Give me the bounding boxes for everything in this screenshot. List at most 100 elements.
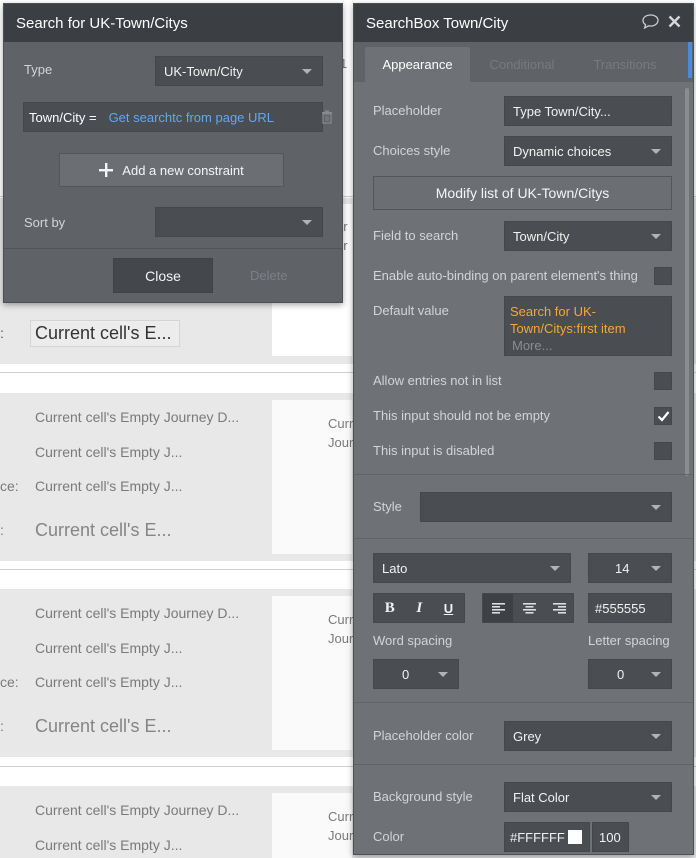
row-field: Current cell's Empty Journey D... <box>35 605 240 621</box>
choices-style-label: Choices style <box>373 143 451 158</box>
placeholder-color-dropdown[interactable]: Grey <box>504 721 672 751</box>
trash-icon[interactable] <box>321 110 333 127</box>
type-label: Type <box>24 62 53 77</box>
field-to-search-label: Field to search <box>373 228 459 243</box>
row-field: Current cell's Empty Journey D... <box>35 409 240 425</box>
row-field: Jour <box>328 631 354 646</box>
tab-transitions[interactable]: Transitions <box>575 47 675 82</box>
letter-spacing-dropdown[interactable]: 0 <box>588 659 672 689</box>
align-left-icon[interactable] <box>483 594 513 622</box>
add-constraint-button[interactable]: Add a new constraint <box>59 153 284 187</box>
row-field: Jour <box>328 435 354 450</box>
default-value-expression[interactable]: Search for UK- Town/Citys:first item Mor… <box>504 296 672 356</box>
font-family-value: Lato <box>382 560 408 576</box>
scrollbar-accent <box>688 42 692 78</box>
row-label: : <box>0 325 4 341</box>
panel-divider <box>4 248 342 249</box>
row-card <box>272 793 352 858</box>
font-family-dropdown[interactable]: Lato <box>373 553 571 583</box>
type-value: UK-Town/City <box>164 63 243 79</box>
tab-appearance[interactable]: Appearance <box>365 47 470 82</box>
row-field: Current cell's Empty J... <box>35 640 183 656</box>
chevron-down-icon <box>302 220 312 225</box>
disabled-label: This input is disabled <box>373 443 495 458</box>
constraint-key: Town/City = <box>29 109 97 125</box>
close-button[interactable]: Close <box>113 258 213 293</box>
comment-icon[interactable] <box>642 13 659 33</box>
align-right-icon[interactable] <box>544 594 574 622</box>
auto-binding-label: Enable auto-binding on parent element's … <box>373 268 638 283</box>
align-center-icon[interactable] <box>514 594 544 622</box>
background-style-dropdown[interactable]: Flat Color <box>504 782 672 812</box>
word-spacing-dropdown[interactable]: 0 <box>373 659 459 689</box>
constraint-value[interactable]: Get searchtc from page URL <box>109 110 274 125</box>
delete-button[interactable]: Delete <box>250 268 288 283</box>
chevron-down-icon <box>651 234 661 239</box>
allow-entries-label: Allow entries not in list <box>373 373 502 388</box>
color-opacity-input[interactable]: 100 <box>592 822 629 852</box>
scrollbar-thumb[interactable] <box>685 88 689 476</box>
font-color-input[interactable]: #555555 <box>588 593 672 623</box>
search-panel-header[interactable]: Search for UK-Town/Citys <box>4 4 342 42</box>
tab-conditional[interactable]: Conditional <box>473 47 571 82</box>
not-empty-checkbox[interactable] <box>654 407 672 425</box>
letter-spacing-value: 0 <box>617 666 625 682</box>
color-swatch[interactable] <box>568 830 582 844</box>
chevron-down-icon <box>651 505 661 510</box>
row-label: ce: <box>0 478 19 494</box>
tab-bar: Appearance Conditional Transitions <box>354 42 693 82</box>
default-value-text: Town/Citys:first item <box>510 321 626 336</box>
type-dropdown[interactable]: UK-Town/City <box>155 56 323 86</box>
chevron-down-icon <box>651 566 661 571</box>
word-spacing-label: Word spacing <box>373 633 453 648</box>
placeholder-color-value: Grey <box>513 728 542 744</box>
color-hex-value: #FFFFFF <box>510 829 565 845</box>
close-icon[interactable] <box>668 15 681 32</box>
default-value-more[interactable]: More... <box>512 337 666 354</box>
color-label: Color <box>373 829 405 844</box>
italic-button[interactable]: I <box>416 600 422 617</box>
font-size-dropdown[interactable]: 14 <box>588 553 672 583</box>
row-field: Curr <box>328 809 354 824</box>
chevron-down-icon <box>302 69 312 74</box>
default-value-text: Search for UK- <box>510 304 596 319</box>
close-label: Close <box>145 267 181 284</box>
underline-button[interactable]: U <box>444 601 453 616</box>
row-label: : <box>0 522 4 538</box>
bold-button[interactable]: B <box>385 600 395 617</box>
sort-by-dropdown[interactable] <box>155 207 323 237</box>
not-empty-label: This input should not be empty <box>373 408 551 423</box>
chevron-down-icon <box>651 149 661 154</box>
style-dropdown[interactable] <box>420 492 672 522</box>
field-to-search-dropdown[interactable]: Town/City <box>504 221 672 251</box>
section-divider <box>354 538 693 539</box>
chevron-down-icon <box>651 672 661 677</box>
choices-style-dropdown[interactable]: Dynamic choices <box>504 136 672 166</box>
row-field: Curr <box>328 416 354 431</box>
section-divider <box>354 702 693 703</box>
choices-style-value: Dynamic choices <box>513 143 612 159</box>
color-hex-input[interactable]: #FFFFFF <box>504 822 590 852</box>
row-label: ce: <box>0 674 19 690</box>
add-constraint-label: Add a new constraint <box>122 162 244 178</box>
chevron-down-icon <box>550 566 560 571</box>
disabled-checkbox[interactable] <box>654 442 672 460</box>
row-field: Curr <box>328 612 354 627</box>
section-divider <box>354 764 693 765</box>
row-field: Current cell's Empty J... <box>35 674 183 690</box>
allow-entries-checkbox[interactable] <box>654 372 672 390</box>
row-field: Current cell's Empty Journey D... <box>35 802 240 818</box>
search-panel-title: Search for UK-Town/Citys <box>16 14 188 32</box>
placeholder-input[interactable]: Type Town/City... <box>504 96 672 126</box>
section-divider <box>354 474 693 475</box>
constraint-row[interactable]: Town/City = Get searchtc from page URL <box>23 102 323 132</box>
placeholder-color-label: Placeholder color <box>373 728 474 743</box>
auto-binding-checkbox[interactable] <box>654 267 672 285</box>
alignment-group <box>482 593 574 623</box>
property-panel-header[interactable]: SearchBox Town/City <box>354 4 693 42</box>
background-style-label: Background style <box>373 789 473 804</box>
row-field: Current cell's Empty J... <box>35 444 183 460</box>
field-to-search-value: Town/City <box>513 228 570 244</box>
text-style-group: B I U <box>373 593 465 623</box>
modify-list-button[interactable]: Modify list of UK-Town/Citys <box>373 176 672 210</box>
